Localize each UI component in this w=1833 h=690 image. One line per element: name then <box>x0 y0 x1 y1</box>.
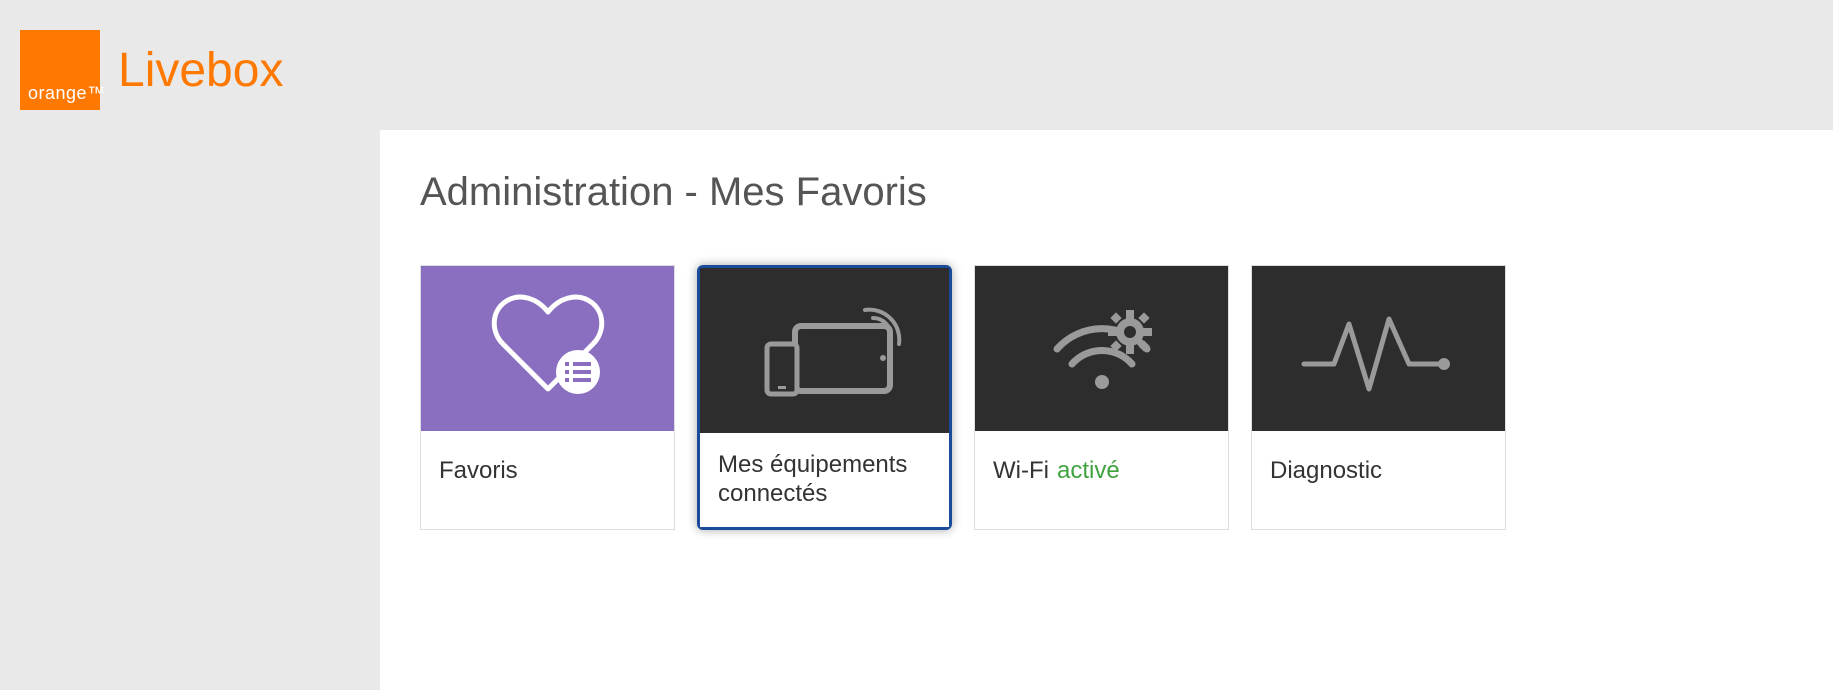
wifi-status: activé <box>1057 457 1120 486</box>
tile-favoris-label: Favoris <box>421 431 674 511</box>
tile-equipements[interactable]: Mes équipements connectés <box>697 265 952 530</box>
product-title: Livebox <box>118 43 283 98</box>
tile-wifi[interactable]: Wi-Fi activé <box>974 265 1229 530</box>
trademark-icon: ™ <box>87 83 106 103</box>
pulse-icon <box>1252 266 1505 431</box>
tile-diagnostic-label: Diagnostic <box>1252 431 1505 511</box>
logo-text: orange <box>28 83 87 103</box>
orange-logo: orange™ <box>20 30 100 110</box>
heart-list-icon <box>421 266 674 431</box>
devices-icon <box>700 268 949 433</box>
tile-equipements-label: Mes équipements connectés <box>700 433 949 527</box>
tiles-row: Favoris Mes équipements connectés <box>420 265 1793 530</box>
main-panel: Administration - Mes Favoris Favoris <box>380 130 1833 690</box>
wifi-label-prefix: Wi-Fi <box>993 457 1049 486</box>
wifi-gear-icon <box>975 266 1228 431</box>
tile-wifi-label: Wi-Fi activé <box>975 431 1228 511</box>
tile-diagnostic[interactable]: Diagnostic <box>1251 265 1506 530</box>
page-title: Administration - Mes Favoris <box>420 170 1793 215</box>
header: orange™ Livebox <box>0 0 1833 130</box>
tile-favoris[interactable]: Favoris <box>420 265 675 530</box>
